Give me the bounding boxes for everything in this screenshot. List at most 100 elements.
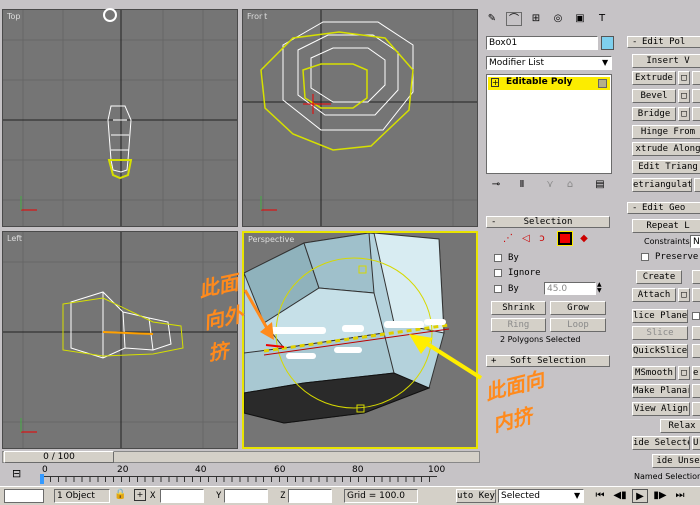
constraints-dropdown[interactable]: N — [690, 235, 700, 248]
lock-icon[interactable]: 🔒 — [114, 489, 126, 500]
unhide-all-button[interactable]: Ur — [692, 436, 700, 450]
extrude-along-spline-button[interactable]: xtrude Along — [632, 142, 700, 156]
by-angle-checkbox[interactable] — [494, 285, 502, 293]
repeat-last-button[interactable]: Repeat L — [632, 219, 700, 233]
extrude-button[interactable]: Extrude — [632, 71, 676, 85]
modifier-stack[interactable]: + Editable Poly — [486, 74, 612, 174]
detach-button[interactable] — [692, 288, 700, 302]
stack-item-light-icon[interactable] — [598, 79, 607, 88]
cut-button[interactable] — [692, 344, 700, 358]
quickslice-button[interactable]: QuickSlice — [632, 344, 688, 358]
tessellate-button[interactable]: e: — [692, 366, 700, 380]
border-icon[interactable]: ↄ — [534, 232, 550, 246]
ring-button[interactable]: Ring — [491, 318, 546, 332]
viewport-left[interactable]: Left — [2, 231, 238, 449]
angle-spinner[interactable]: 45.0 — [544, 282, 596, 295]
edit-polygons-header[interactable]: - Edit Pol — [627, 36, 700, 48]
slice-plane-button[interactable]: lice Plane — [632, 309, 688, 323]
slice-button[interactable]: Slice — [632, 326, 688, 340]
grow-button[interactable]: Grow — [550, 301, 606, 315]
display-tab-icon[interactable]: ▣ — [572, 12, 588, 26]
previous-frame-icon[interactable]: ◀▮ — [612, 489, 628, 503]
object-name-field[interactable]: Box01 — [486, 36, 598, 50]
hide-unselected-button[interactable]: ide Unse — [652, 454, 700, 468]
right-note-line2: 内挤 — [490, 403, 535, 437]
relax-button[interactable]: Relax — [660, 419, 700, 433]
motion-tab-icon[interactable]: ◎ — [550, 12, 566, 26]
track-bar[interactable]: ⊟ 0 20 40 60 80 100 — [2, 465, 480, 485]
bevel-settings-button[interactable]: □ — [678, 89, 690, 103]
left-arrow-icon — [243, 289, 274, 340]
create-tab-icon[interactable]: ✎ — [484, 12, 500, 26]
attach-list-button[interactable]: □ — [678, 288, 690, 302]
outline-button[interactable] — [692, 71, 700, 85]
hierarchy-tab-icon[interactable]: ⊞ — [528, 12, 544, 26]
modifier-list-dropdown[interactable]: Modifier List — [486, 56, 612, 70]
edit-triangulation-button[interactable]: Edit Triang — [632, 160, 700, 174]
msmooth-button[interactable]: MSmooth — [632, 366, 676, 380]
z-coordinate-field[interactable] — [288, 489, 332, 503]
absolute-mode-icon[interactable]: + — [134, 489, 146, 501]
viewport-front[interactable]: Front — [242, 9, 478, 227]
selection-rollout-title: Selection — [523, 217, 573, 227]
hinge-from-edge-button[interactable]: Hinge From — [632, 125, 700, 139]
x-coordinate-field[interactable] — [160, 489, 204, 503]
reset-plane-button[interactable] — [692, 326, 700, 340]
soft-selection-rollout-header[interactable]: + Soft Selection — [486, 355, 610, 367]
make-unique-icon[interactable]: ⋎ — [542, 178, 558, 192]
viewport-top[interactable]: Top — [2, 9, 238, 227]
vertex-icon[interactable]: ⋰ — [500, 232, 516, 246]
bridge-settings-button[interactable]: □ — [678, 107, 690, 121]
preserve-uvs-checkbox[interactable] — [641, 253, 649, 261]
edit-geometry-header[interactable]: - Edit Geo — [627, 202, 700, 214]
go-to-start-icon[interactable]: ⏮ — [592, 489, 608, 503]
bridge-button[interactable]: Bridge — [632, 107, 676, 121]
element-icon[interactable]: ◆ — [576, 232, 592, 246]
selection-set-dropdown[interactable]: Selected — [498, 489, 584, 503]
modify-tab-icon[interactable]: ⌒ — [506, 12, 522, 26]
shrink-button[interactable]: Shrink — [491, 301, 546, 315]
retriangulate-button[interactable]: etriangulat — [632, 178, 692, 192]
spinner-arrows-icon[interactable]: ▲ ▼ — [597, 282, 602, 294]
edge-icon[interactable]: ◁ — [518, 232, 534, 246]
play-icon[interactable]: ▶ — [632, 489, 648, 503]
auto-key-button[interactable]: uto Key — [456, 489, 496, 503]
loop-button[interactable]: Loop — [550, 318, 606, 332]
stack-item-editable-poly[interactable]: + Editable Poly — [488, 77, 610, 90]
flip-button[interactable] — [692, 107, 700, 121]
y-coordinate-field[interactable] — [224, 489, 268, 503]
preserve-uvs-label: Preserve — [655, 252, 699, 262]
configure-sets-icon[interactable]: ▤ — [592, 178, 608, 192]
pin-stack-icon[interactable]: ⊸ — [488, 178, 504, 192]
dropdown-arrow-icon: ▼ — [574, 491, 581, 500]
attach-button[interactable]: Attach — [632, 288, 676, 302]
create-button[interactable]: Create — [636, 270, 682, 284]
go-to-end-icon[interactable]: ⏭ — [672, 489, 688, 503]
time-slider-thumb[interactable]: 0 / 100 — [4, 451, 114, 463]
object-color-swatch[interactable] — [601, 36, 614, 50]
hide-selected-button[interactable]: ide Selecte — [632, 436, 690, 450]
selection-rollout-header[interactable]: - Selection — [486, 216, 610, 228]
msmooth-settings-button[interactable]: □ — [678, 366, 690, 380]
by-vertex-checkbox[interactable] — [494, 254, 502, 262]
turn-button[interactable] — [694, 178, 700, 192]
show-end-result-icon[interactable]: Ⅱ — [514, 178, 530, 192]
grid-align-button[interactable] — [692, 402, 700, 416]
polygon-icon[interactable] — [557, 231, 573, 246]
bevel-button[interactable]: Bevel — [632, 89, 676, 103]
maxscript-icon[interactable] — [4, 489, 44, 503]
soft-selection-title: Soft Selection — [510, 356, 586, 366]
split-checkbox[interactable] — [692, 312, 700, 320]
track-bar-icon[interactable]: ⊟ — [12, 467, 21, 480]
ignore-backfacing-checkbox[interactable] — [494, 269, 502, 277]
collapse-button[interactable] — [692, 270, 700, 284]
next-frame-icon[interactable]: ▮▶ — [652, 489, 668, 503]
extrude-settings-button[interactable]: □ — [678, 71, 690, 85]
utilities-tab-icon[interactable]: T — [594, 12, 610, 26]
x-align-button[interactable] — [692, 384, 700, 398]
inset-button[interactable] — [692, 89, 700, 103]
make-planar-button[interactable]: Make Planar — [632, 384, 690, 398]
view-align-button[interactable]: View Align — [632, 402, 690, 416]
remove-modifier-icon[interactable]: ⌂ — [562, 178, 578, 192]
insert-vertex-button[interactable]: Insert V — [632, 54, 700, 68]
